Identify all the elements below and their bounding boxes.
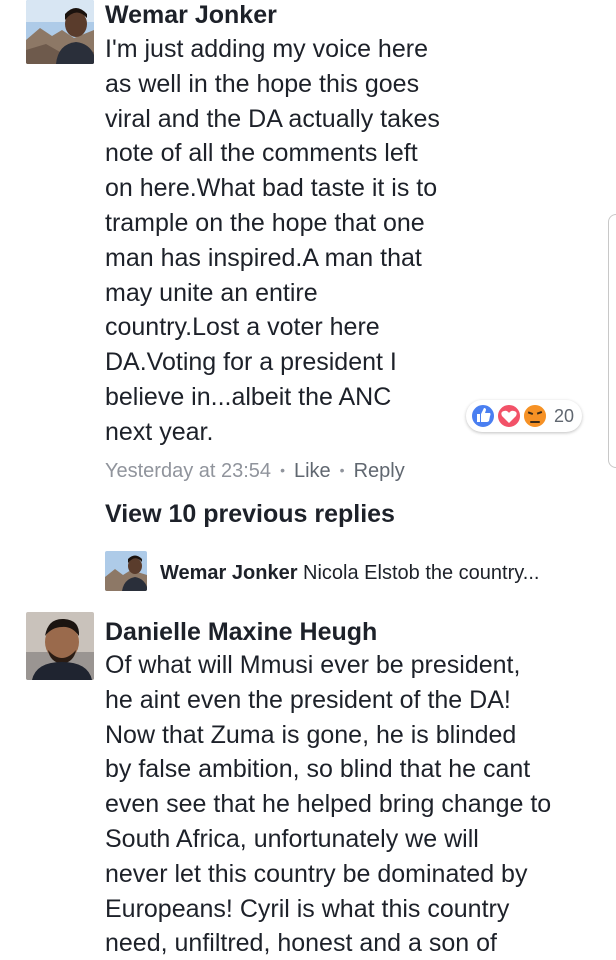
comment-line: country.Lost a voter here xyxy=(105,313,380,342)
comment-line: viral and the DA actually takes xyxy=(105,104,440,133)
comment-line: may unite an entire xyxy=(105,278,318,307)
separator-dot: • xyxy=(339,462,345,478)
comment-author[interactable]: Wemar Jonker xyxy=(105,0,277,30)
comment-line: on here.What bad taste it is to xyxy=(105,174,438,203)
reply-preview[interactable]: Wemar Jonker Nicola Elstob the country..… xyxy=(160,561,539,585)
angry-icon xyxy=(522,403,548,429)
comment-line: trample on the hope that one xyxy=(105,208,425,237)
reply-author[interactable]: Wemar Jonker xyxy=(160,562,297,584)
separator-dot: • xyxy=(280,462,285,478)
reply-snippet: Nicola Elstob the country... xyxy=(303,562,540,584)
profile-photo-icon xyxy=(26,612,94,680)
side-panel-edge[interactable] xyxy=(608,214,616,468)
comment-line: need, unfiltred, honest and a son of xyxy=(105,929,497,958)
profile-photo-icon xyxy=(26,0,94,64)
comment-thread: Wemar Jonker I'm just adding my voice he… xyxy=(0,0,616,960)
like-icon xyxy=(470,403,496,429)
view-previous-replies-link[interactable]: View 10 previous replies xyxy=(105,499,395,529)
comment-line: next year. xyxy=(105,417,214,446)
comment-meta: Yesterday at 23:54 • Like • Reply xyxy=(105,459,405,484)
comment-line: by false ambition, so blind that he cant xyxy=(105,755,531,784)
comment-line: man has inspired.A man that xyxy=(105,243,422,272)
comment-line: DA.Voting for a president I xyxy=(105,348,397,377)
comment-author[interactable]: Danielle Maxine Heugh xyxy=(105,617,377,647)
avatar[interactable] xyxy=(26,0,94,64)
reply-avatar[interactable] xyxy=(105,551,147,591)
reply-button[interactable]: Reply xyxy=(354,460,405,482)
reaction-summary[interactable]: 20 xyxy=(466,400,583,432)
comment-text: Of what will Mmusi ever be president, he… xyxy=(105,648,551,960)
comment-line: even see that he helped bring change to xyxy=(105,790,552,819)
comment-line: Of what will Mmusi ever be president, xyxy=(105,651,521,679)
profile-photo-icon xyxy=(105,551,147,591)
comment-line: never let this country be dominated by xyxy=(105,859,528,888)
comment-timestamp[interactable]: Yesterday at 23:54 xyxy=(105,460,271,482)
reaction-count: 20 xyxy=(554,405,575,426)
comment-line: Now that Zuma is gone, he is blinded xyxy=(105,720,517,749)
like-button[interactable]: Like xyxy=(294,460,331,482)
comment-line: I'm just adding my voice here xyxy=(105,35,428,63)
comment-line: South Africa, unfortunately we will xyxy=(105,824,479,853)
comment-text: I'm just adding my voice here as well in… xyxy=(105,32,440,450)
reaction-icons xyxy=(470,403,548,429)
comment-line: believe in...albeit the ANC xyxy=(105,382,392,411)
comment-line: note of all the comments left xyxy=(105,139,418,168)
avatar[interactable] xyxy=(26,612,94,680)
comment-line: Europeans! Cyril is what this country xyxy=(105,894,510,923)
love-icon xyxy=(496,403,522,429)
comment-line: as well in the hope this goes xyxy=(105,69,420,98)
comment-line: he aint even the president of the DA! xyxy=(105,685,511,714)
